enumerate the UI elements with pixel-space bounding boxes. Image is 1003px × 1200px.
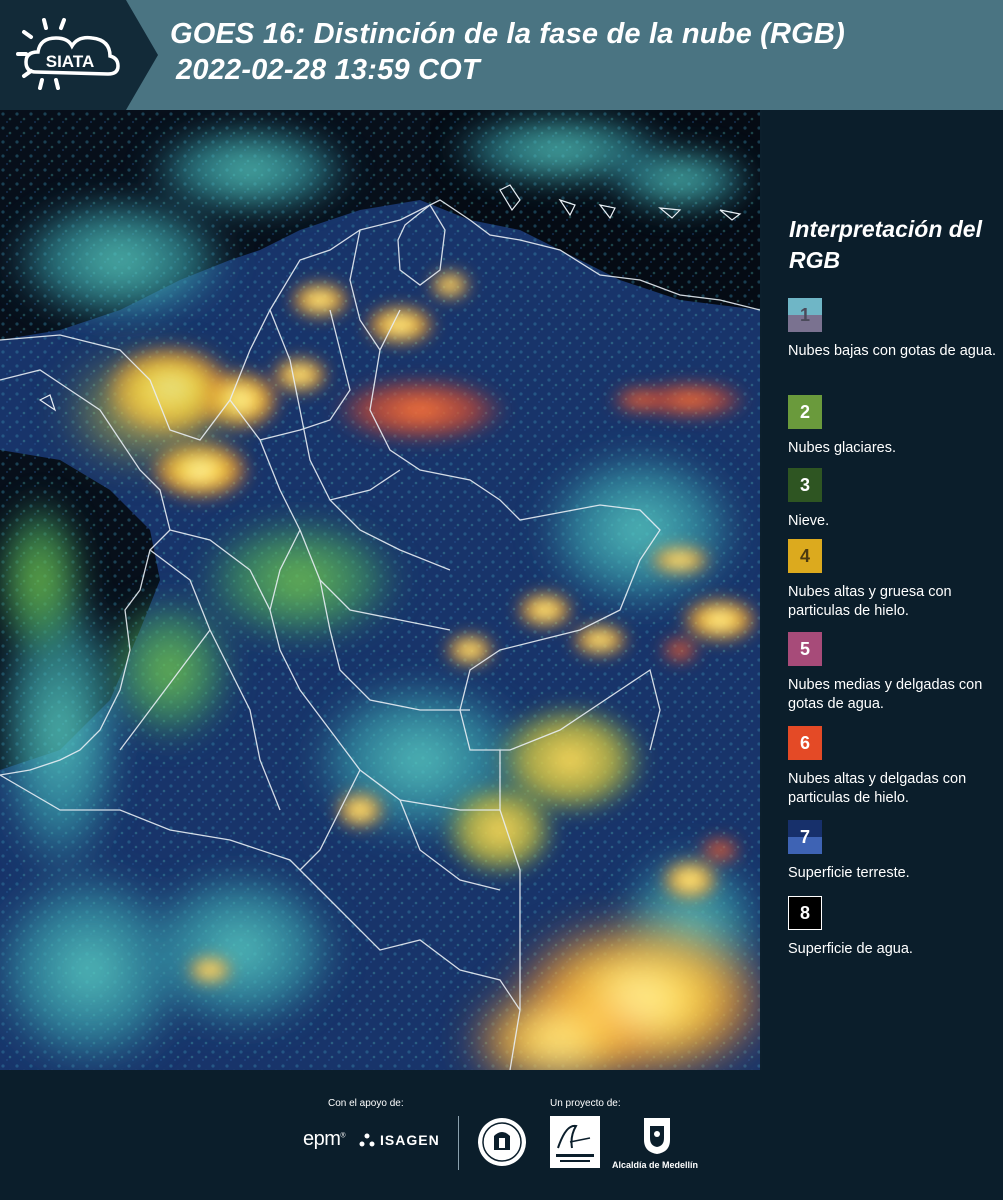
legend-item-4: 4 Nubes altas y gruesa con particulas de… xyxy=(788,539,1000,621)
legend-item-5: 5 Nubes medias y delgadas con gotas de a… xyxy=(788,632,1000,714)
title-line2: 2022-02-28 13:59 COT xyxy=(176,54,480,86)
area-metropolitana-icon[interactable] xyxy=(550,1116,600,1168)
legend-number: 2 xyxy=(799,401,810,422)
legend-number: 1 xyxy=(799,304,810,325)
legend-title: Interpretación del RGB xyxy=(789,216,982,273)
legend-label: Nubes altas y delgadas con particulas de… xyxy=(788,771,967,806)
legend-swatch-4: 4 xyxy=(788,539,822,573)
legend-item-8: 8 Superficie de agua. xyxy=(788,896,1000,959)
legend-item-7: 7 Superficie terreste. xyxy=(788,820,1000,883)
satellite-map-image xyxy=(0,110,760,1070)
legend-number: 3 xyxy=(799,474,810,495)
legend-item-3: 3 Nieve. xyxy=(788,468,1000,531)
legend-swatch-3: 3 xyxy=(788,468,822,502)
seal-icon[interactable] xyxy=(476,1116,528,1168)
legend-swatch-8: 8 xyxy=(788,896,822,930)
title-line1: GOES 16: Distinción de la fase de la nub… xyxy=(170,18,845,50)
legend-swatch-1: 1 xyxy=(788,298,822,332)
footer-divider xyxy=(458,1116,459,1170)
logo-tab: SIATA xyxy=(0,0,158,110)
header-bar: SIATA GOES 16: Distinción de la fase de … xyxy=(0,0,1003,110)
legend-label: Nubes bajas con gotas de agua. xyxy=(788,343,996,359)
legend-swatch-2: 2 xyxy=(788,395,822,429)
logo-text: SIATA xyxy=(46,52,94,71)
legend-panel: Interpretación del RGB 1 Nubes bajas con… xyxy=(762,110,1003,1070)
siata-logo-icon[interactable]: SIATA xyxy=(14,14,126,96)
page-title: GOES 16: Distinción de la fase de la nub… xyxy=(170,16,990,88)
isagen-logo[interactable]: ISAGEN xyxy=(380,1132,440,1148)
legend-number: 5 xyxy=(799,638,810,659)
legend-swatch-6: 6 xyxy=(788,726,822,760)
legend-label: Superficie terreste. xyxy=(788,865,910,881)
legend-label: Nubes glaciares. xyxy=(788,440,896,456)
legend-item-2: 2 Nubes glaciares. xyxy=(788,395,1000,458)
legend-number: 4 xyxy=(799,545,810,566)
legend-label: Nieve. xyxy=(788,513,830,529)
isagen-icon xyxy=(359,1133,375,1147)
legend-label: Nubes medias y delgadas con gotas de agu… xyxy=(788,677,983,712)
legend-label: Nubes altas y gruesa con particulas de h… xyxy=(788,584,952,619)
legend-number: 7 xyxy=(799,826,810,847)
legend-item-1: 1 Nubes bajas con gotas de agua. xyxy=(788,298,1000,361)
epm-text: epm xyxy=(303,1128,341,1150)
legend-label: Superficie de agua. xyxy=(788,941,913,957)
legend-number: 8 xyxy=(799,902,810,923)
satellite-map[interactable] xyxy=(0,110,760,1070)
legend-number: 6 xyxy=(799,732,810,753)
legend-item-6: 6 Nubes altas y delgadas con particulas … xyxy=(788,726,1000,808)
legend-swatch-5: 5 xyxy=(788,632,822,666)
alcaldia-shield-icon[interactable] xyxy=(640,1116,674,1156)
support-label: Con el apoyo de: xyxy=(328,1098,404,1109)
legend-swatch-7: 7 xyxy=(788,820,822,854)
epm-logo[interactable]: epm® xyxy=(303,1128,346,1151)
project-label: Un proyecto de: xyxy=(550,1098,621,1109)
footer: Con el apoyo de: Un proyecto de: epm® IS… xyxy=(0,1070,1003,1200)
alcaldia-label: Alcaldía de Medellín xyxy=(612,1160,699,1170)
